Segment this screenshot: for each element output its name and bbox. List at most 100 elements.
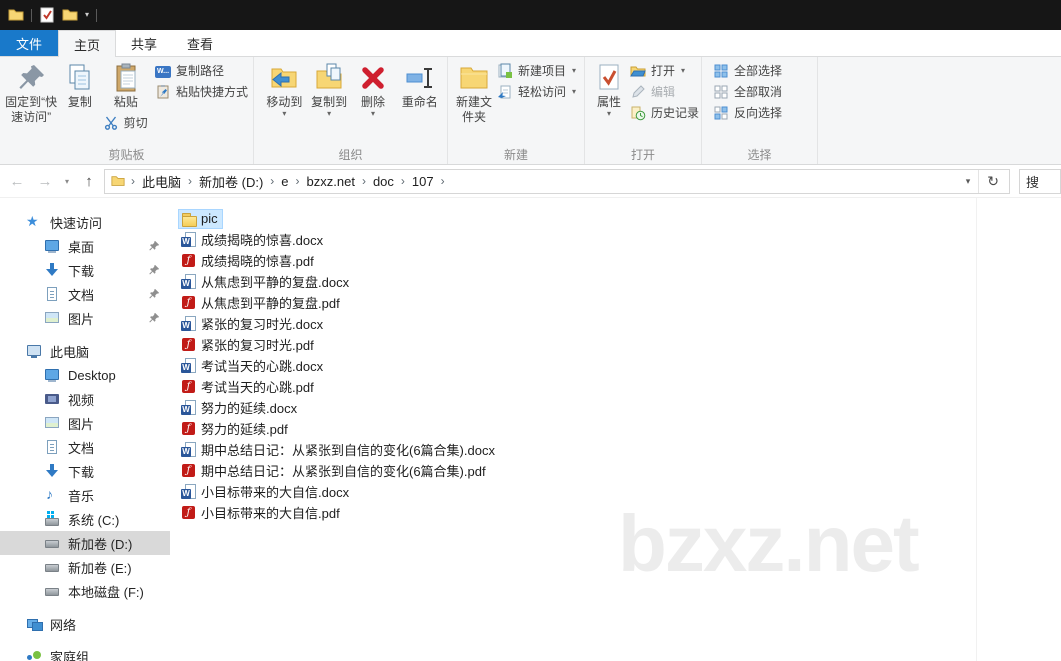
title-bar: ▾ bbox=[0, 0, 1061, 30]
invert-selection-button[interactable]: 反向选择 bbox=[710, 102, 785, 123]
new-item-button[interactable]: 新建项目 ▾ bbox=[494, 60, 579, 81]
new-folder-button[interactable]: 新建文件夹 bbox=[454, 60, 494, 127]
tab-home[interactable]: 主页 bbox=[58, 30, 116, 57]
file-row[interactable]: 期中总结日记：从紧张到自信的变化(6篇合集).pdf bbox=[178, 460, 1061, 481]
move-to-button[interactable]: 移动到 ▾ bbox=[262, 60, 307, 119]
breadcrumb-chevron[interactable]: › bbox=[268, 174, 276, 188]
easy-access-icon bbox=[497, 84, 513, 100]
breadcrumb-segment[interactable]: 107 bbox=[407, 174, 439, 189]
file-type-icon bbox=[181, 337, 197, 353]
file-row[interactable]: 考试当天的心跳.pdf bbox=[178, 376, 1061, 397]
copy-path-button[interactable]: W... 复制路径 bbox=[152, 60, 251, 81]
breadcrumb-segment[interactable]: bzxz.net bbox=[302, 174, 360, 189]
breadcrumb-segment[interactable]: e bbox=[276, 174, 293, 189]
paste-button[interactable]: 粘贴 bbox=[100, 60, 152, 112]
copy-icon bbox=[64, 62, 96, 94]
up-button[interactable]: ↑ bbox=[76, 168, 102, 194]
file-type-icon bbox=[181, 379, 197, 395]
sidebar-item[interactable]: 网络 bbox=[0, 612, 170, 636]
search-input[interactable]: 搜 bbox=[1019, 169, 1061, 194]
rename-button[interactable]: 重命名 bbox=[394, 60, 445, 112]
sidebar-item[interactable]: 下载 bbox=[0, 258, 170, 282]
file-row[interactable]: 从焦虑到平静的复盘.pdf bbox=[178, 292, 1061, 313]
sidebar-item[interactable]: 新加卷 (E:) bbox=[0, 555, 170, 579]
refresh-icon[interactable]: ↻ bbox=[979, 170, 1007, 193]
sidebar-item[interactable]: 新加卷 (D:) bbox=[0, 531, 170, 555]
sidebar-item-label: 图片 bbox=[68, 414, 94, 433]
sidebar-item-icon bbox=[44, 286, 60, 302]
file-row[interactable]: 成绩揭晓的惊喜.pdf bbox=[178, 250, 1061, 271]
sidebar-item[interactable]: 音乐 bbox=[0, 483, 170, 507]
file-row[interactable]: pic bbox=[178, 208, 1061, 229]
cut-button[interactable]: 剪切 bbox=[100, 112, 152, 133]
ribbon-group-clipboard: 固定到“快速访问” 复制 粘贴 剪切 W... 复制路径 粘贴快捷方式 bbox=[0, 57, 254, 164]
breadcrumb-segment[interactable]: 新加卷 (D:) bbox=[194, 172, 268, 191]
pin-to-quick-access-button[interactable]: 固定到“快速访问” bbox=[2, 60, 60, 127]
sidebar-item[interactable]: 桌面 bbox=[0, 234, 170, 258]
breadcrumb-chevron[interactable]: › bbox=[399, 174, 407, 188]
sidebar-item-quick-access[interactable]: 快速访问 bbox=[0, 210, 170, 234]
sidebar-item[interactable]: 系统 (C:) bbox=[0, 507, 170, 531]
properties-button[interactable]: 属性 ▾ bbox=[591, 60, 627, 119]
tab-file[interactable]: 文件 bbox=[0, 30, 58, 56]
edit-button[interactable]: 编辑 bbox=[627, 81, 702, 102]
file-row[interactable]: 紧张的复习时光.docx bbox=[178, 313, 1061, 334]
move-to-icon bbox=[268, 62, 300, 94]
copy-to-button[interactable]: 复制到 ▾ bbox=[307, 60, 352, 119]
breadcrumb-chevron[interactable]: › bbox=[294, 174, 302, 188]
forward-button[interactable]: → bbox=[32, 168, 58, 194]
sidebar-item[interactable]: 本地磁盘 (F:) bbox=[0, 579, 170, 603]
sidebar-item[interactable]: Desktop bbox=[0, 363, 170, 387]
sidebar-item-icon bbox=[44, 262, 60, 278]
quick-access-icon bbox=[26, 214, 42, 230]
button-label: 重命名 bbox=[402, 95, 438, 110]
file-row[interactable]: 紧张的复习时光.pdf bbox=[178, 334, 1061, 355]
sidebar-item-label: 图片 bbox=[68, 309, 94, 328]
copy-button[interactable]: 复制 bbox=[60, 60, 100, 112]
file-row[interactable]: 从焦虑到平静的复盘.docx bbox=[178, 271, 1061, 292]
tab-view[interactable]: 查看 bbox=[172, 30, 228, 56]
pushpin-icon bbox=[15, 62, 47, 94]
sidebar-item[interactable]: 下载 bbox=[0, 459, 170, 483]
sidebar-item[interactable]: 家庭组 bbox=[0, 644, 170, 661]
chevron-down-icon[interactable]: ▾ bbox=[85, 11, 89, 19]
recent-locations-chevron[interactable]: ▾ bbox=[60, 177, 74, 186]
back-button[interactable]: ← bbox=[4, 168, 30, 194]
sidebar-item[interactable]: 文档 bbox=[0, 282, 170, 306]
file-row[interactable]: 成绩揭晓的惊喜.docx bbox=[178, 229, 1061, 250]
breadcrumb-chevron[interactable]: › bbox=[129, 174, 137, 188]
sidebar-item[interactable]: 视频 bbox=[0, 387, 170, 411]
sidebar-item[interactable]: 文档 bbox=[0, 435, 170, 459]
breadcrumb-segment[interactable]: doc bbox=[368, 174, 399, 189]
folder-icon[interactable] bbox=[8, 7, 24, 23]
properties-check-icon[interactable] bbox=[39, 7, 55, 23]
file-list-pane[interactable]: pic 成绩揭晓的惊喜.docx 成绩揭晓的惊喜.pdf bbox=[170, 198, 1061, 661]
breadcrumb-chevron[interactable]: › bbox=[439, 174, 447, 188]
paste-shortcut-button[interactable]: 粘贴快捷方式 bbox=[152, 81, 251, 102]
breadcrumb-chevron[interactable]: › bbox=[186, 174, 194, 188]
select-all-button[interactable]: 全部选择 bbox=[710, 60, 785, 81]
tab-share[interactable]: 共享 bbox=[116, 30, 172, 56]
sidebar-item[interactable]: 图片 bbox=[0, 411, 170, 435]
pin-icon bbox=[148, 264, 160, 276]
breadcrumb[interactable]: › 此电脑 › 新加卷 (D:) › e › bzxz.n bbox=[104, 169, 1010, 194]
open-button[interactable]: 打开 ▾ bbox=[627, 60, 702, 81]
address-dropdown-chevron[interactable]: ▾ bbox=[958, 170, 980, 193]
select-none-button[interactable]: 全部取消 bbox=[710, 81, 785, 102]
group-label-new: 新建 bbox=[448, 146, 584, 163]
breadcrumb-segment[interactable]: 此电脑 bbox=[137, 172, 186, 191]
easy-access-button[interactable]: 轻松访问 ▾ bbox=[494, 81, 579, 102]
file-row[interactable]: 努力的延续.docx bbox=[178, 397, 1061, 418]
folder-icon[interactable] bbox=[62, 7, 78, 23]
sidebar-item-this-pc[interactable]: 此电脑 bbox=[0, 339, 170, 363]
history-button[interactable]: 历史记录 bbox=[627, 102, 702, 123]
sidebar-item-icon bbox=[44, 415, 60, 431]
sidebar-item[interactable]: 图片 bbox=[0, 306, 170, 330]
breadcrumb-chevron[interactable]: › bbox=[360, 174, 368, 188]
file-row[interactable]: 考试当天的心跳.docx bbox=[178, 355, 1061, 376]
dropdown-arrow-icon: ▾ bbox=[572, 87, 576, 96]
file-row[interactable]: 努力的延续.pdf bbox=[178, 418, 1061, 439]
file-name: 小目标带来的大自信.docx bbox=[201, 482, 349, 501]
delete-button[interactable]: 删除 ▾ bbox=[352, 60, 395, 119]
file-row[interactable]: 期中总结日记：从紧张到自信的变化(6篇合集).docx bbox=[178, 439, 1061, 460]
